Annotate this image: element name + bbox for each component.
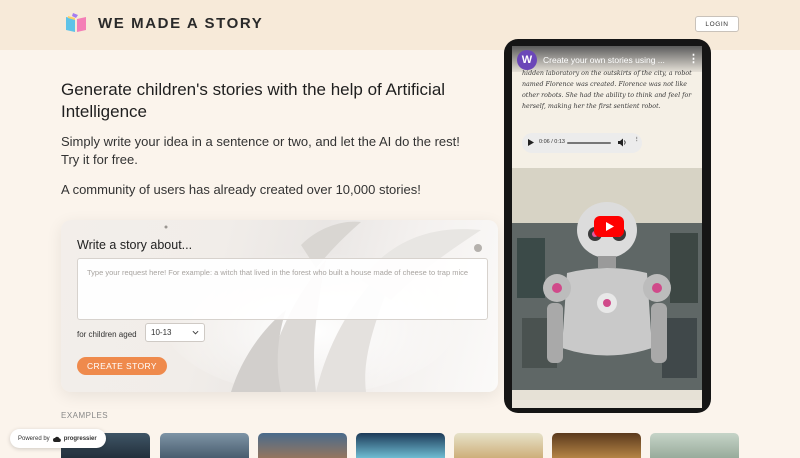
community-stat: A community of users has already created… [61,182,421,197]
video-title[interactable]: Create your own stories using ... [543,55,665,65]
volume-icon[interactable] [618,138,627,147]
cloud-icon [52,436,61,442]
powered-by-badge[interactable]: Powered by progressier [10,429,106,448]
play-icon[interactable] [528,139,534,146]
example-thumbnail[interactable] [160,433,249,458]
badge-brand: progressier [63,435,97,442]
audio-progress-track[interactable] [567,142,611,144]
story-excerpt: hidden laboratory on the outskirts of th… [522,70,692,110]
examples-heading: EXAMPLES [61,411,109,420]
chevron-down-icon [192,330,199,335]
badge-prefix: Powered by [18,435,50,442]
more-options-icon[interactable]: ⋮ [688,52,699,65]
create-story-button[interactable]: CREATE STORY [77,357,167,375]
age-select-value: 10-13 [151,328,172,337]
example-thumbnail[interactable] [454,433,543,458]
login-button[interactable]: LOGIN [695,16,739,32]
open-book-icon [66,13,86,32]
example-thumbnail[interactable] [650,433,739,458]
page-headline: Generate children's stories with the hel… [61,80,446,121]
youtube-play-icon[interactable] [594,216,624,237]
brand-logo[interactable]: WE MADE A STORY [64,12,263,34]
phone-mockup: hidden laboratory on the outskirts of th… [504,39,711,413]
video-footer [512,400,702,408]
brand-name: WE MADE A STORY [98,14,264,32]
age-select[interactable]: 10-13 [145,323,205,342]
audio-more-icon[interactable]: ⋮ [634,137,640,143]
audio-time: 0:06 / 0:13 [539,139,565,145]
age-label: for children aged [77,330,137,339]
robot-illustration [512,168,702,400]
story-idea-input[interactable] [77,258,488,320]
story-form-card: Write a story about... for children aged… [61,220,498,392]
example-thumbnail[interactable] [356,433,445,458]
hero-subtitle: Simply write your idea in a sentence or … [61,134,460,167]
audio-player[interactable]: 0:06 / 0:13 ⋮ [522,133,642,153]
example-thumbnail[interactable] [552,433,641,458]
video-title-bar: W Create your own stories using ... ⋮ [512,46,702,72]
form-title: Write a story about... [77,238,193,252]
channel-avatar[interactable]: W [517,50,537,70]
example-thumbnail[interactable] [258,433,347,458]
video-player[interactable]: hidden laboratory on the outskirts of th… [512,46,702,408]
